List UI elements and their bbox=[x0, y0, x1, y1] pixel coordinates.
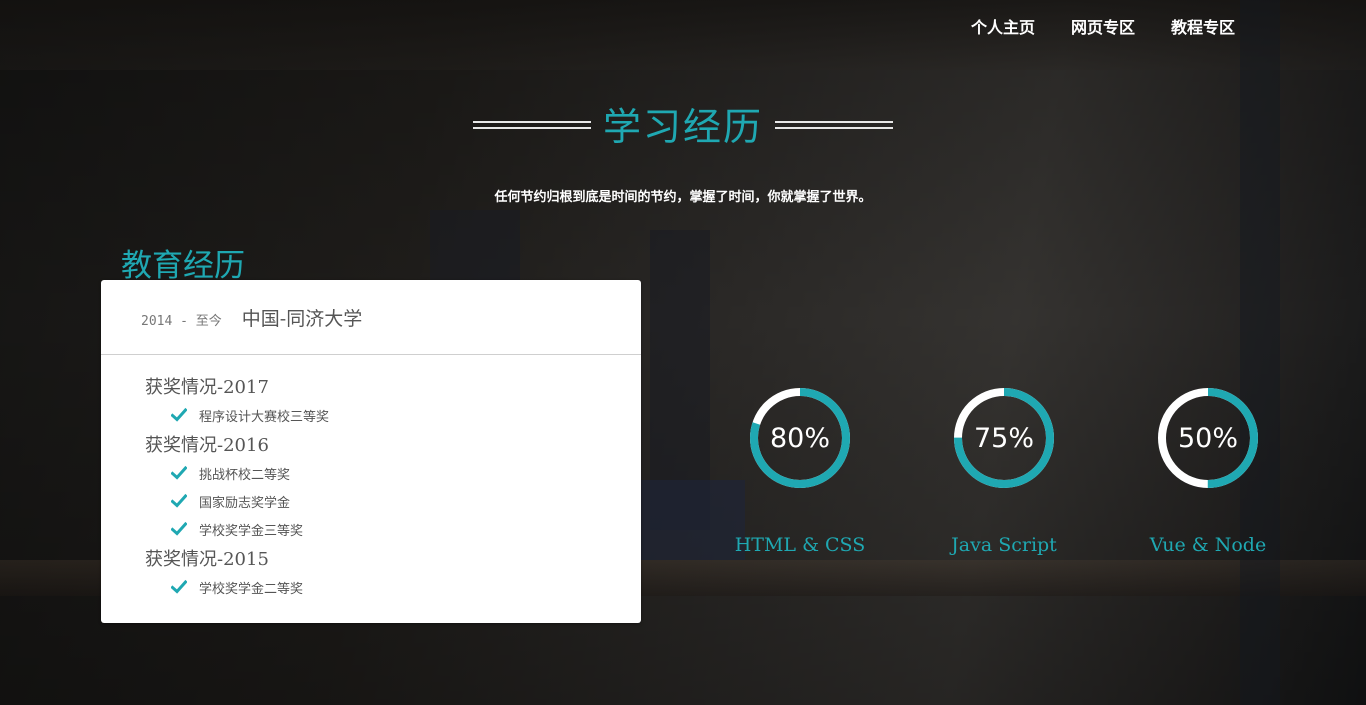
award-item: 挑战杯校二等奖 bbox=[145, 459, 641, 487]
skill-ring: 50% bbox=[1156, 386, 1260, 490]
award-text: 学校奖学金二等奖 bbox=[199, 581, 304, 597]
education-period: 2014 - 至今 bbox=[141, 313, 222, 329]
award-text: 程序设计大赛校三等奖 bbox=[199, 409, 330, 425]
award-year: 获奖情况-2016 bbox=[145, 435, 269, 456]
award-year: 获奖情况-2015 bbox=[145, 549, 269, 570]
title-rule-left bbox=[472, 120, 591, 129]
awards-list: 获奖情况-2017 程序设计大赛校三等奖 获奖情况-2016 挑战杯校二等奖 国… bbox=[101, 355, 641, 601]
skill-label: HTML & CSS bbox=[734, 534, 866, 556]
education-heading: 教育经历 bbox=[121, 248, 245, 284]
section-header: 学习经历 bbox=[0, 96, 1366, 151]
nav-item-web[interactable]: 网页专区 bbox=[1071, 14, 1135, 38]
skill-javascript: 75% Java Script bbox=[904, 386, 1104, 556]
check-icon bbox=[171, 521, 187, 536]
award-group: 学校奖学金二等奖 bbox=[145, 573, 641, 601]
award-item: 国家励志奖学金 bbox=[145, 487, 641, 515]
section-title: 学习经历 bbox=[602, 105, 763, 149]
award-group: 程序设计大赛校三等奖 bbox=[145, 401, 641, 429]
education-card: 2014 - 至今 中国-同济大学 获奖情况-2017 程序设计大赛校三等奖 获… bbox=[101, 280, 641, 623]
skill-percent: 80% bbox=[769, 422, 830, 454]
award-item: 程序设计大赛校三等奖 bbox=[145, 401, 641, 429]
title-rule-right bbox=[775, 120, 893, 129]
skill-percent: 50% bbox=[1177, 422, 1238, 454]
award-text: 国家励志奖学金 bbox=[199, 495, 291, 511]
education-card-header: 2014 - 至今 中国-同济大学 bbox=[101, 280, 641, 355]
nav-item-home[interactable]: 个人主页 bbox=[971, 14, 1035, 38]
check-icon bbox=[171, 465, 187, 480]
award-text: 学校奖学金三等奖 bbox=[199, 523, 304, 539]
skill-vue-node: 50% Vue & Node bbox=[1108, 386, 1308, 556]
award-item: 学校奖学金二等奖 bbox=[145, 573, 641, 601]
skill-ring: 80% bbox=[748, 386, 852, 490]
skill-html-css: 80% HTML & CSS bbox=[700, 386, 900, 556]
skill-percent: 75% bbox=[973, 422, 1034, 454]
award-item: 学校奖学金三等奖 bbox=[145, 515, 641, 543]
skill-label: Java Script bbox=[951, 534, 1057, 556]
education-school: 中国-同济大学 bbox=[241, 307, 363, 330]
award-group: 挑战杯校二等奖 国家励志奖学金 学校奖学金三等奖 bbox=[145, 459, 641, 543]
skill-ring: 75% bbox=[952, 386, 1056, 490]
section-subtitle: 任何节约归根到底是时间的节约，掌握了时间，你就掌握了世界。 bbox=[494, 190, 872, 205]
top-nav: 个人主页 网页专区 教程专区 bbox=[971, 14, 1235, 38]
nav-item-tutorial[interactable]: 教程专区 bbox=[1171, 14, 1235, 38]
check-icon bbox=[171, 579, 187, 594]
check-icon bbox=[171, 407, 187, 422]
check-icon bbox=[171, 493, 187, 508]
award-year: 获奖情况-2017 bbox=[145, 377, 269, 398]
award-text: 挑战杯校二等奖 bbox=[199, 467, 291, 483]
skill-label: Vue & Node bbox=[1149, 534, 1267, 556]
